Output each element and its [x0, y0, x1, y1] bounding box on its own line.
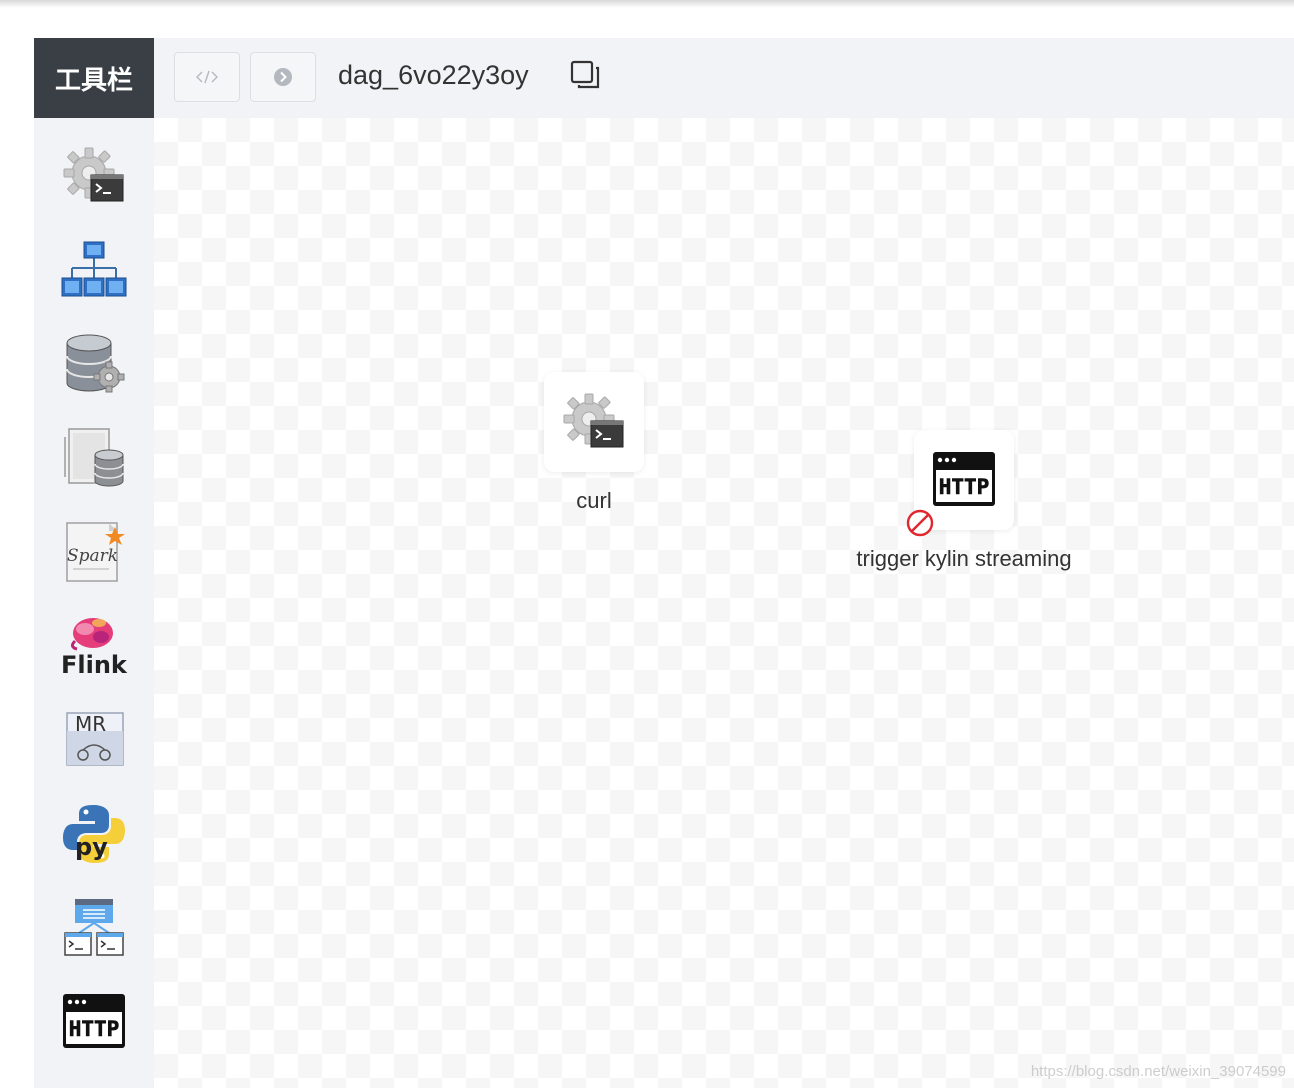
tool-python[interactable]: py [58, 798, 130, 870]
python-icon: py [63, 805, 125, 863]
view-code-button[interactable] [174, 52, 240, 102]
spark-icon-label: Spark [67, 546, 118, 566]
tool-sql[interactable] [58, 422, 130, 494]
tool-mr[interactable]: MR [58, 704, 130, 776]
dag-name: dag_6vo22y3oy [338, 60, 529, 90]
gear-terminal-icon [563, 393, 624, 448]
dependent-icon [64, 899, 124, 956]
http-icon: HTTP [933, 452, 995, 506]
spark-icon: Spark [66, 522, 125, 582]
copy-name-button[interactable] [570, 60, 600, 95]
top-shadow [0, 0, 1294, 8]
node-curl[interactable] [544, 372, 644, 472]
code-icon [196, 70, 218, 84]
dag-canvas[interactable]: curl HTTP trigger kylin streaming https:… [154, 118, 1294, 1088]
flink-icon-label: Flink [61, 651, 128, 679]
node-trigger-kylin-streaming-label: trigger kylin streaming [856, 546, 1072, 571]
tool-spark[interactable]: Spark [58, 516, 130, 588]
tool-sub-process[interactable] [58, 234, 130, 306]
tool-procedure[interactable] [58, 328, 130, 400]
database-gear-icon [66, 334, 125, 393]
document-database-icon [64, 428, 124, 487]
mapreduce-icon: MR [66, 712, 124, 766]
node-http-icon-label: HTTP [939, 475, 990, 499]
http-icon: HTTP [63, 994, 125, 1048]
copy-icon [570, 60, 600, 89]
tool-flink[interactable]: Flink [58, 610, 130, 682]
dag-topbar: dag_6vo22y3oy [154, 38, 1294, 118]
watermark: https://blog.csdn.net/weixin_39074599 [1030, 1063, 1286, 1080]
run-button[interactable] [250, 52, 316, 102]
tool-shell[interactable] [58, 140, 130, 212]
tool-dependent[interactable] [58, 892, 130, 964]
toolbar-panel: Spark Flink MR py HTTP [34, 118, 154, 1088]
python-icon-label: py [75, 833, 108, 861]
node-curl-label: curl [576, 488, 612, 513]
toolbar-title: 工具栏 [34, 38, 154, 118]
gear-terminal-icon [63, 147, 124, 202]
http-icon-label: HTTP [69, 1017, 120, 1041]
chevron-circle-icon [274, 68, 292, 86]
ban-icon [906, 509, 934, 537]
flink-icon: Flink [61, 618, 128, 679]
tool-http[interactable]: HTTP [58, 986, 130, 1058]
hierarchy-icon [61, 241, 127, 297]
mr-icon-label: MR [75, 712, 106, 736]
